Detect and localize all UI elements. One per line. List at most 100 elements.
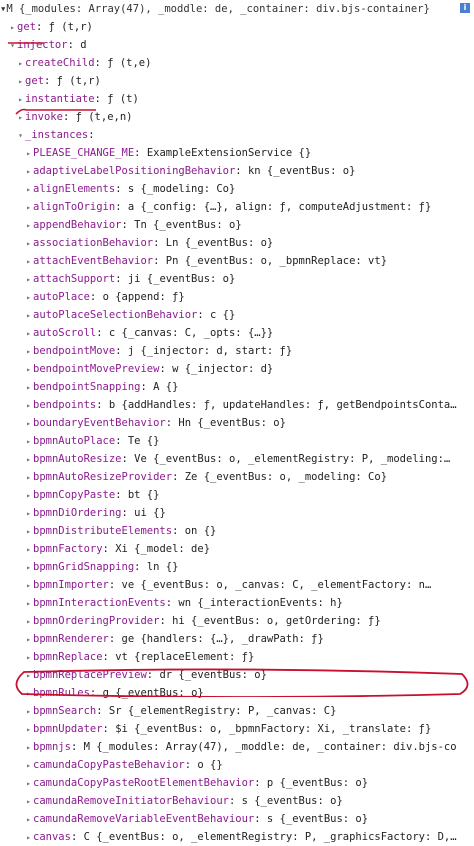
property-row[interactable]: ▾ injector: d <box>0 36 474 54</box>
property-row[interactable]: ▸ bpmnRenderer: ge {handlers: {…}, _drawP… <box>0 630 474 648</box>
property-key: attachSupport <box>33 273 116 285</box>
property-row[interactable]: ▸ instantiate: ƒ (t) <box>0 90 474 108</box>
property-row[interactable]: ▸ autoPlaceSelectionBehavior: c {} <box>0 306 474 324</box>
property-row[interactable]: ▸ get: ƒ (t,r) <box>0 72 474 90</box>
collapsed-triangle-icon[interactable]: ▸ <box>24 433 33 450</box>
collapsed-triangle-icon[interactable]: ▸ <box>24 811 33 828</box>
collapsed-triangle-icon[interactable]: ▸ <box>24 685 33 702</box>
property-row[interactable]: ▸ bpmnAutoResizeProvider: Ze {_eventBus: … <box>0 468 474 486</box>
collapsed-triangle-icon[interactable]: ▸ <box>24 145 33 162</box>
property-row[interactable]: ▸ camundaRemoveInitiatorBehaviour: s {_ev… <box>0 792 474 810</box>
collapsed-triangle-icon[interactable]: ▸ <box>24 415 33 432</box>
property-value: Pn {_eventBus: o, _bpmnReplace: vt} <box>165 255 388 267</box>
collapsed-triangle-icon[interactable]: ▸ <box>24 469 33 486</box>
property-key: bpmnAutoPlace <box>33 435 116 447</box>
property-row[interactable]: ▸ bpmnInteractionEvents: wn {_interaction… <box>0 594 474 612</box>
expanded-triangle-icon[interactable]: ▾ <box>16 127 25 144</box>
collapsed-triangle-icon[interactable]: ▸ <box>24 181 33 198</box>
collapsed-triangle-icon[interactable]: ▸ <box>24 379 33 396</box>
collapsed-triangle-icon[interactable]: ▸ <box>24 217 33 234</box>
property-value: A {} <box>153 381 179 393</box>
property-row[interactable]: ▸ bendpointMove: j {_injector: d, start: … <box>0 342 474 360</box>
collapsed-triangle-icon[interactable]: ▸ <box>24 451 33 468</box>
collapsed-triangle-icon[interactable]: ▸ <box>24 253 33 270</box>
collapsed-triangle-icon[interactable]: ▸ <box>24 361 33 378</box>
expanded-triangle-icon[interactable]: ▾ <box>8 37 17 54</box>
collapsed-triangle-icon[interactable]: ▸ <box>24 649 33 666</box>
property-row[interactable]: ▸ bendpoints: b {addHandles: ƒ, updateHan… <box>0 396 474 414</box>
collapsed-triangle-icon[interactable]: ▸ <box>24 397 33 414</box>
key-separator: : <box>254 813 267 825</box>
property-row[interactable]: ▸ bpmnGridSnapping: ln {} <box>0 558 474 576</box>
property-row[interactable]: ▾ _instances: <box>0 126 474 144</box>
root-object-row[interactable]: ▾M {_modules: Array(47), _moddle: de, _c… <box>0 0 474 18</box>
collapsed-triangle-icon[interactable]: ▸ <box>24 199 33 216</box>
property-row[interactable]: ▸ bpmnReplacePreview: dr {_eventBus: o} <box>0 666 474 684</box>
property-row[interactable]: ▸ bpmnSearch: Sr {_elementRegistry: P, _c… <box>0 702 474 720</box>
property-row[interactable]: ▸ bpmnUpdater: $i {_eventBus: o, _bpmnFac… <box>0 720 474 738</box>
property-row[interactable]: ▸ get: ƒ (t,r) <box>0 18 474 36</box>
info-icon[interactable]: i <box>460 3 470 13</box>
property-row[interactable]: ▸ bpmnAutoPlace: Te {} <box>0 432 474 450</box>
property-row[interactable]: ▸ bpmnjs: M {_modules: Array(47), _moddle… <box>0 738 474 756</box>
property-row[interactable]: ▸ boundaryEventBehavior: Hn {_eventBus: o… <box>0 414 474 432</box>
property-row[interactable]: ▸ bpmnReplace: vt {replaceElement: ƒ} <box>0 648 474 666</box>
property-row[interactable]: ▸ bpmnAutoResize: Ve {_eventBus: o, _elem… <box>0 450 474 468</box>
collapsed-triangle-icon[interactable]: ▸ <box>24 271 33 288</box>
collapsed-triangle-icon[interactable]: ▸ <box>24 343 33 360</box>
collapsed-triangle-icon[interactable]: ▸ <box>24 163 33 180</box>
property-row[interactable]: ▸ attachSupport: ji {_eventBus: o} <box>0 270 474 288</box>
property-row[interactable]: ▸ camundaRemoveVariableEventBehaviour: s … <box>0 810 474 828</box>
collapsed-triangle-icon[interactable]: ▸ <box>16 55 25 72</box>
property-row[interactable]: ▸ autoPlace: o {append: ƒ} <box>0 288 474 306</box>
collapsed-triangle-icon[interactable]: ▸ <box>16 73 25 90</box>
property-row[interactable]: ▸ bpmnCopyPaste: bt {} <box>0 486 474 504</box>
collapsed-triangle-icon[interactable]: ▸ <box>24 505 33 522</box>
collapsed-triangle-icon[interactable]: ▸ <box>24 307 33 324</box>
collapsed-triangle-icon[interactable]: ▸ <box>24 487 33 504</box>
collapsed-triangle-icon[interactable]: ▸ <box>24 793 33 810</box>
collapsed-triangle-icon[interactable]: ▸ <box>24 325 33 342</box>
collapsed-triangle-icon[interactable]: ▸ <box>24 613 33 630</box>
property-row[interactable]: ▸ bpmnOrderingProvider: hi {_eventBus: o,… <box>0 612 474 630</box>
property-row[interactable]: ▸ bendpointSnapping: A {} <box>0 378 474 396</box>
collapsed-triangle-icon[interactable]: ▸ <box>16 109 25 126</box>
property-row[interactable]: ▸ appendBehavior: Tn {_eventBus: o} <box>0 216 474 234</box>
property-row[interactable]: ▸ bpmnDiOrdering: ui {} <box>0 504 474 522</box>
collapsed-triangle-icon[interactable]: ▸ <box>24 667 33 684</box>
collapsed-triangle-icon[interactable]: ▸ <box>24 829 33 846</box>
collapsed-triangle-icon[interactable]: ▸ <box>24 235 33 252</box>
collapsed-triangle-icon[interactable]: ▸ <box>16 91 25 108</box>
property-row[interactable]: ▸ associationBehavior: Ln {_eventBus: o} <box>0 234 474 252</box>
property-row[interactable]: ▸ bpmnFactory: Xi {_model: de} <box>0 540 474 558</box>
collapsed-triangle-icon[interactable]: ▸ <box>24 541 33 558</box>
collapsed-triangle-icon[interactable]: ▸ <box>24 523 33 540</box>
collapsed-triangle-icon[interactable]: ▸ <box>24 757 33 774</box>
collapsed-triangle-icon[interactable]: ▸ <box>24 775 33 792</box>
property-row[interactable]: ▸ bpmnImporter: ve {_eventBus: o, _canvas… <box>0 576 474 594</box>
property-row[interactable]: ▸ bpmnDistributeElements: on {} <box>0 522 474 540</box>
collapsed-triangle-icon[interactable]: ▸ <box>24 721 33 738</box>
property-row[interactable]: ▸ autoScroll: c {_canvas: C, _opts: {…}} <box>0 324 474 342</box>
property-row[interactable]: ▸ alignToOrigin: a {_config: {…}, align: … <box>0 198 474 216</box>
property-row[interactable]: ▸ camundaCopyPasteBehavior: o {} <box>0 756 474 774</box>
property-row[interactable]: ▸ bpmnRules: g {_eventBus: o} <box>0 684 474 702</box>
collapsed-triangle-icon[interactable]: ▸ <box>24 631 33 648</box>
property-row[interactable]: ▸ invoke: ƒ (t,e,n) <box>0 108 474 126</box>
collapsed-triangle-icon[interactable]: ▸ <box>24 739 33 756</box>
collapsed-triangle-icon[interactable]: ▸ <box>8 19 17 36</box>
property-row[interactable]: ▸ canvas: C {_eventBus: o, _elementRegist… <box>0 828 474 846</box>
collapsed-triangle-icon[interactable]: ▸ <box>24 559 33 576</box>
collapsed-triangle-icon[interactable]: ▸ <box>24 595 33 612</box>
collapsed-triangle-icon[interactable]: ▸ <box>24 577 33 594</box>
property-row[interactable]: ▸ attachEventBehavior: Pn {_eventBus: o, … <box>0 252 474 270</box>
property-row[interactable]: ▸ bendpointMovePreview: w {_injector: d} <box>0 360 474 378</box>
collapsed-triangle-icon[interactable]: ▸ <box>24 289 33 306</box>
property-row[interactable]: ▸ camundaCopyPasteRootElementBehavior: p … <box>0 774 474 792</box>
property-row[interactable]: ▸ createChild: ƒ (t,e) <box>0 54 474 72</box>
root-object-summary[interactable]: ▾M {_modules: Array(47), _moddle: de, _c… <box>0 3 430 15</box>
collapsed-triangle-icon[interactable]: ▸ <box>24 703 33 720</box>
property-row[interactable]: ▸ PLEASE_CHANGE_ME: ExampleExtensionServi… <box>0 144 474 162</box>
property-row[interactable]: ▸ adaptiveLabelPositioningBehavior: kn {_… <box>0 162 474 180</box>
property-row[interactable]: ▸ alignElements: s {_modeling: Co} <box>0 180 474 198</box>
